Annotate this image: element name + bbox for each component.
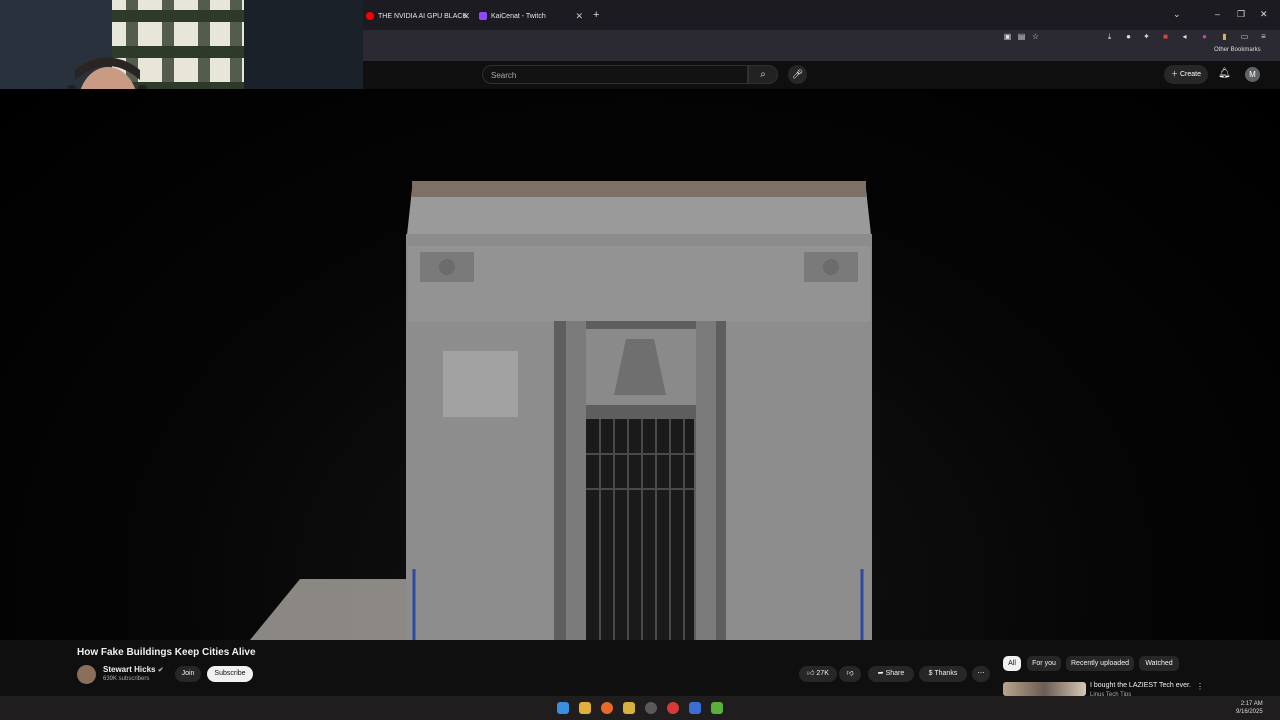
close-tab-icon[interactable]: ✕: [575, 11, 583, 22]
share-icon: ➦: [877, 670, 884, 677]
menu-icon[interactable]: ≡: [1259, 32, 1268, 41]
recommended-title[interactable]: I bought the LAZIEST Tech ever.: [1090, 682, 1191, 689]
subscriber-count: 639K subscribers: [103, 676, 150, 682]
share-button[interactable]: ➦ Share: [868, 666, 914, 682]
join-button[interactable]: Join: [175, 666, 201, 682]
video-title: How Fake Buildings Keep Cities Alive: [77, 647, 256, 658]
download-icon[interactable]: ⤓: [1105, 32, 1114, 41]
thanks-button[interactable]: $ Thanks: [919, 666, 967, 682]
channel-name-text: Stewart Hicks: [103, 665, 156, 674]
microphone-icon: 🎤︎: [791, 69, 804, 79]
taskbar-clock[interactable]: 2:17 AM 9/16/2025: [1236, 700, 1263, 716]
channel-avatar[interactable]: [77, 665, 96, 684]
firefox-icon[interactable]: [601, 702, 613, 714]
dislike-button[interactable]: 👎︎: [839, 666, 861, 682]
extension-red-icon[interactable]: ■: [1161, 32, 1170, 41]
more-actions-button[interactable]: ⋯: [972, 666, 990, 682]
minimize-icon[interactable]: –: [1215, 9, 1220, 19]
account-icon[interactable]: ●: [1124, 32, 1133, 41]
extensions-icon[interactable]: ✦: [1142, 32, 1151, 41]
tab-twitch[interactable]: KaiCenat - Twitch ✕: [479, 7, 583, 25]
video-frame-building: [250, 181, 872, 640]
notifications-bell-icon[interactable]: 🔔︎: [1218, 68, 1231, 79]
reader-view-icon[interactable]: ▤: [1017, 32, 1026, 41]
picture-in-picture-icon[interactable]: ▣: [1003, 32, 1012, 41]
thanks-icon: $: [928, 670, 933, 677]
app-icon[interactable]: [623, 702, 635, 714]
windows-taskbar: [0, 696, 1280, 720]
obs-icon[interactable]: [645, 702, 657, 714]
bookmark-star-icon[interactable]: ☆: [1031, 32, 1040, 41]
like-count: 27K: [816, 670, 829, 677]
youtube-icon: [366, 12, 374, 20]
restore-icon[interactable]: ❐: [1237, 9, 1245, 20]
channel-name[interactable]: Stewart Hicks ✔: [103, 665, 164, 674]
clock-date: 9/16/2025: [1236, 709, 1263, 715]
filter-chip-all[interactable]: All: [1003, 656, 1021, 671]
more-horizontal-icon: ⋯: [977, 670, 985, 677]
speaker-icon[interactable]: ◂: [1180, 32, 1189, 41]
tab-list-chevron-icon[interactable]: ⌄: [1173, 9, 1181, 20]
browser-tab-bar: THE NVIDIA AI GPU BLACK ✕ KaiCenat - Twi…: [363, 0, 1280, 30]
like-button[interactable]: 👍︎ 27K: [799, 666, 837, 682]
thanks-label: Thanks: [934, 670, 958, 677]
search-input[interactable]: Search: [482, 65, 748, 84]
search-icon: ⌕: [760, 69, 766, 80]
search-button[interactable]: ⌕: [748, 65, 778, 84]
close-window-icon[interactable]: ✕: [1260, 9, 1268, 20]
extension-pink-icon[interactable]: ●: [1200, 32, 1209, 41]
start-icon[interactable]: [557, 702, 569, 714]
video-player[interactable]: [0, 89, 1280, 640]
extension-yellow-icon[interactable]: ▮: [1220, 32, 1229, 41]
filter-chip-recently-uploaded[interactable]: Recently uploaded: [1066, 656, 1134, 671]
sidebar-icon[interactable]: ▭: [1240, 32, 1249, 41]
new-tab-button[interactable]: +: [593, 9, 599, 21]
create-label: Create: [1179, 71, 1201, 78]
thumbs-up-icon: 👍︎: [807, 670, 815, 677]
tab-label: THE NVIDIA AI GPU BLACK: [378, 12, 468, 20]
close-tab-icon[interactable]: ✕: [462, 11, 470, 22]
create-button[interactable]: ＋ Create: [1164, 65, 1208, 84]
other-bookmarks[interactable]: Other Bookmarks: [1214, 47, 1261, 53]
file-explorer-icon[interactable]: [579, 702, 591, 714]
clock-time: 2:17 AM: [1240, 701, 1263, 707]
voice-search-button[interactable]: 🎤︎: [788, 65, 807, 84]
twitch-icon: [479, 12, 487, 20]
verified-icon: ✔: [157, 667, 164, 674]
app-red-icon[interactable]: [667, 702, 679, 714]
tab-youtube[interactable]: THE NVIDIA AI GPU BLACK ✕: [366, 7, 470, 25]
more-vertical-icon[interactable]: ⋮: [1196, 682, 1204, 691]
thumbs-down-icon: 👎︎: [846, 670, 854, 677]
app-blue-icon[interactable]: [689, 702, 701, 714]
subscribe-button[interactable]: Subscribe: [207, 666, 253, 682]
tab-label: KaiCenat - Twitch: [491, 12, 546, 20]
share-label: Share: [885, 670, 905, 677]
filter-chip-for-you[interactable]: For you: [1027, 656, 1061, 671]
avatar[interactable]: M: [1245, 67, 1260, 82]
filter-chip-watched[interactable]: Watched: [1139, 656, 1179, 671]
recommended-thumbnail[interactable]: [1003, 682, 1086, 696]
bookmarks-bar: [363, 44, 1280, 61]
app-green-icon[interactable]: [711, 702, 723, 714]
